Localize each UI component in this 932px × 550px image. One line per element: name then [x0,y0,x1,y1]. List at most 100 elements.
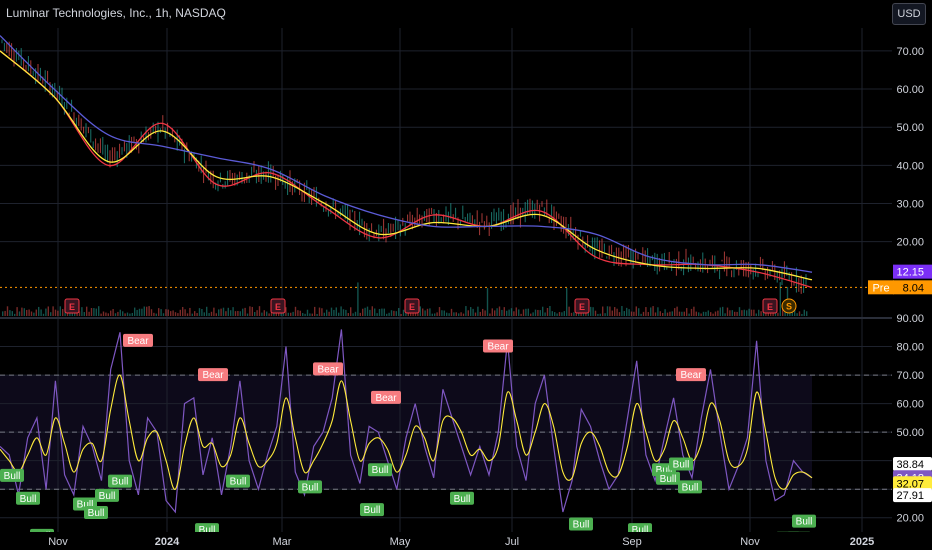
volume-bar [722,306,724,316]
volume-bar [587,313,589,316]
volume-bar [299,310,301,316]
volume-bar [220,308,222,316]
volume-bar [630,311,633,316]
volume-bar [741,310,743,316]
volume-bar [86,306,88,316]
volume-bar [153,312,155,316]
volume-bar [434,313,436,316]
volume-bar [333,309,335,316]
volume-bar [513,311,515,316]
volume-bar [206,306,208,316]
volume-bar [30,311,33,316]
volume-bar [678,311,681,316]
volume-bar [62,308,64,316]
volume-bar [222,307,225,316]
volume-bar [177,313,179,316]
bear-signal-label: Bear [202,370,224,381]
volume-bar [110,310,112,316]
volume-bar [318,307,321,316]
volume-bar [455,312,457,316]
volume-bar [652,306,654,316]
last-price-value: 12.15 [896,267,924,279]
time-axis-label: 2025 [850,536,874,548]
time-axis-label: May [390,536,411,548]
volume-bar [383,308,385,316]
volume-bar [357,282,359,316]
volume-bar [467,310,469,316]
volume-bar [345,309,347,316]
volume-bar [316,313,318,316]
volume-bar [482,308,484,316]
volume-bar [542,306,544,316]
volume-bar [292,311,294,316]
volume-bar [378,308,381,316]
volume-bar [203,312,205,316]
volume-bar [777,312,779,316]
volume-bar [93,308,95,316]
volume-bar [88,311,90,316]
volume-bar [520,313,522,316]
volume-bar [530,313,532,316]
volume-bar [714,311,717,316]
volume-bar [746,310,748,316]
volume-bar [674,308,676,316]
volume-bar [258,306,261,316]
volume-bar [407,313,409,316]
volume-bar [14,313,16,316]
volume-bar [126,312,129,316]
volume-bar [81,307,83,316]
volume-bar [796,313,798,316]
volume-bar [662,313,664,316]
volume-bar [657,307,659,316]
volume-bar [688,313,690,316]
price-axis-tick: 70.00 [896,46,924,58]
time-axis-label: 2024 [155,536,180,548]
volume-bar [179,309,181,316]
volume-bar [261,312,263,316]
volume-bar [9,310,11,316]
currency-button[interactable]: USD [892,3,926,25]
volume-bar [489,313,491,316]
volume-bar [448,313,450,316]
bull-signal-label: Bull [796,517,813,528]
volume-bar [162,313,165,316]
volume-bar [479,311,481,316]
volume-bar [227,307,229,316]
volume-bar [189,307,191,316]
volume-bar [11,311,13,316]
volume-bar [484,310,486,316]
volume-bar [213,307,215,316]
volume-bar [436,312,438,316]
volume-bar [748,308,750,316]
volume-bar [534,309,537,316]
volume-bar [18,311,21,316]
volume-bar [498,306,501,316]
volume-bar [50,312,52,316]
volume-bar [496,308,498,316]
volume-bar [707,310,709,316]
volume-bar [6,306,9,316]
volume-bar [191,313,193,316]
volume-bar [527,308,529,316]
volume-bar [249,306,251,316]
bull-signal-label: Bull [673,460,690,471]
volume-bar [182,306,184,316]
volume-bar [602,306,604,316]
volume-bar [462,313,465,316]
volume-bar [294,306,297,316]
bull-signal-label: Bull [682,482,699,493]
volume-bar [148,306,150,316]
volume-bar [698,312,700,316]
oscillator-axis-tick: 20.00 [896,513,924,525]
volume-bar [734,311,736,316]
bull-signal-label: Bull [20,494,37,505]
chart-canvas[interactable]: E E E E E S Bear Bear Bear Bear Bear Bear Bull Bull Bu… [0,0,932,550]
volume-bar [38,306,40,316]
bull-signal-label: Bull [112,477,129,488]
volume-bar [758,309,760,316]
volume-bar [314,306,316,316]
volume-bar [52,306,54,316]
volume-bar [616,308,618,316]
bull-signal-label: Bull [99,491,116,502]
volume-bar [83,312,85,316]
